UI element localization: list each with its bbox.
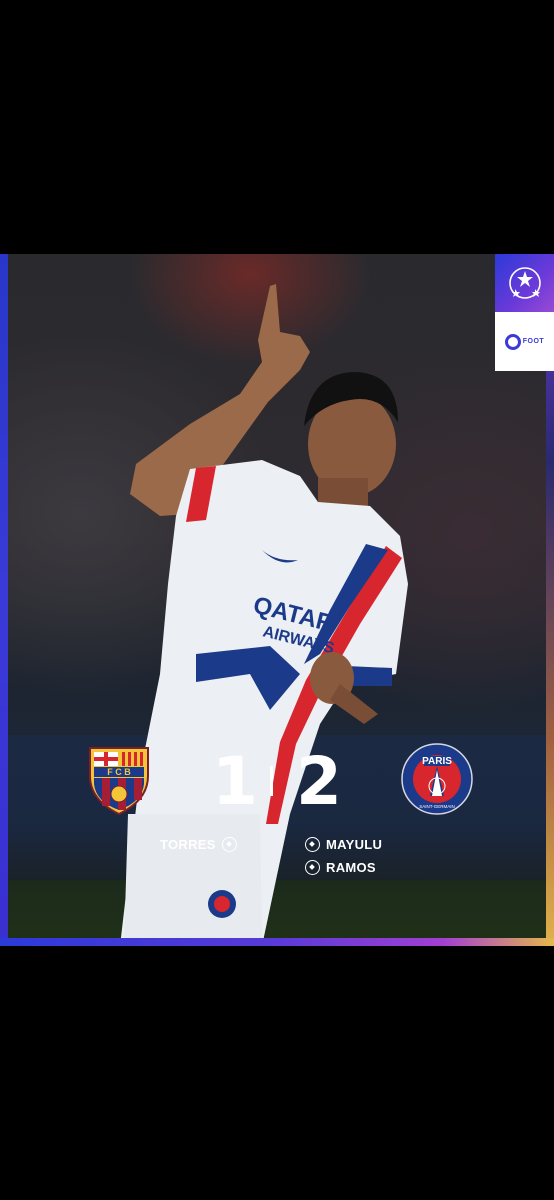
outlet-logo: FOOT: [495, 312, 554, 371]
away-scorer-name: RAMOS: [326, 860, 376, 875]
champions-league-badge: [495, 254, 554, 312]
player-photo: QATAR AIRWAYS: [120, 284, 408, 946]
outlet-logo-label: FOOT: [522, 338, 545, 345]
away-scorer: RAMOS: [305, 860, 376, 875]
frame-border-bottom: [0, 938, 554, 946]
outlet-logo-icon: [504, 333, 521, 350]
frame-border-left: [0, 254, 8, 946]
away-scorer-name: MAYULU: [326, 837, 383, 852]
home-scorer-name: TORRES: [160, 837, 216, 852]
svg-text:F C B: F C B: [107, 767, 131, 777]
home-scorer: TORRES: [160, 837, 237, 852]
champions-league-starball-icon: [508, 267, 541, 299]
home-team-crest: F C B: [89, 747, 149, 816]
score-separator: [270, 766, 273, 796]
svg-text:SAINT-GERMAIN: SAINT-GERMAIN: [419, 804, 455, 809]
home-score: 1: [212, 743, 258, 820]
away-team-crest: PARIS SAINT-GERMAIN: [401, 743, 473, 815]
svg-text:PARIS: PARIS: [422, 756, 452, 767]
goal-ball-icon: [305, 860, 320, 875]
goal-ball-icon: [221, 837, 237, 852]
away-scorer: MAYULU: [305, 837, 382, 852]
away-score: 2: [296, 743, 342, 820]
goal-ball-icon: [305, 837, 320, 852]
